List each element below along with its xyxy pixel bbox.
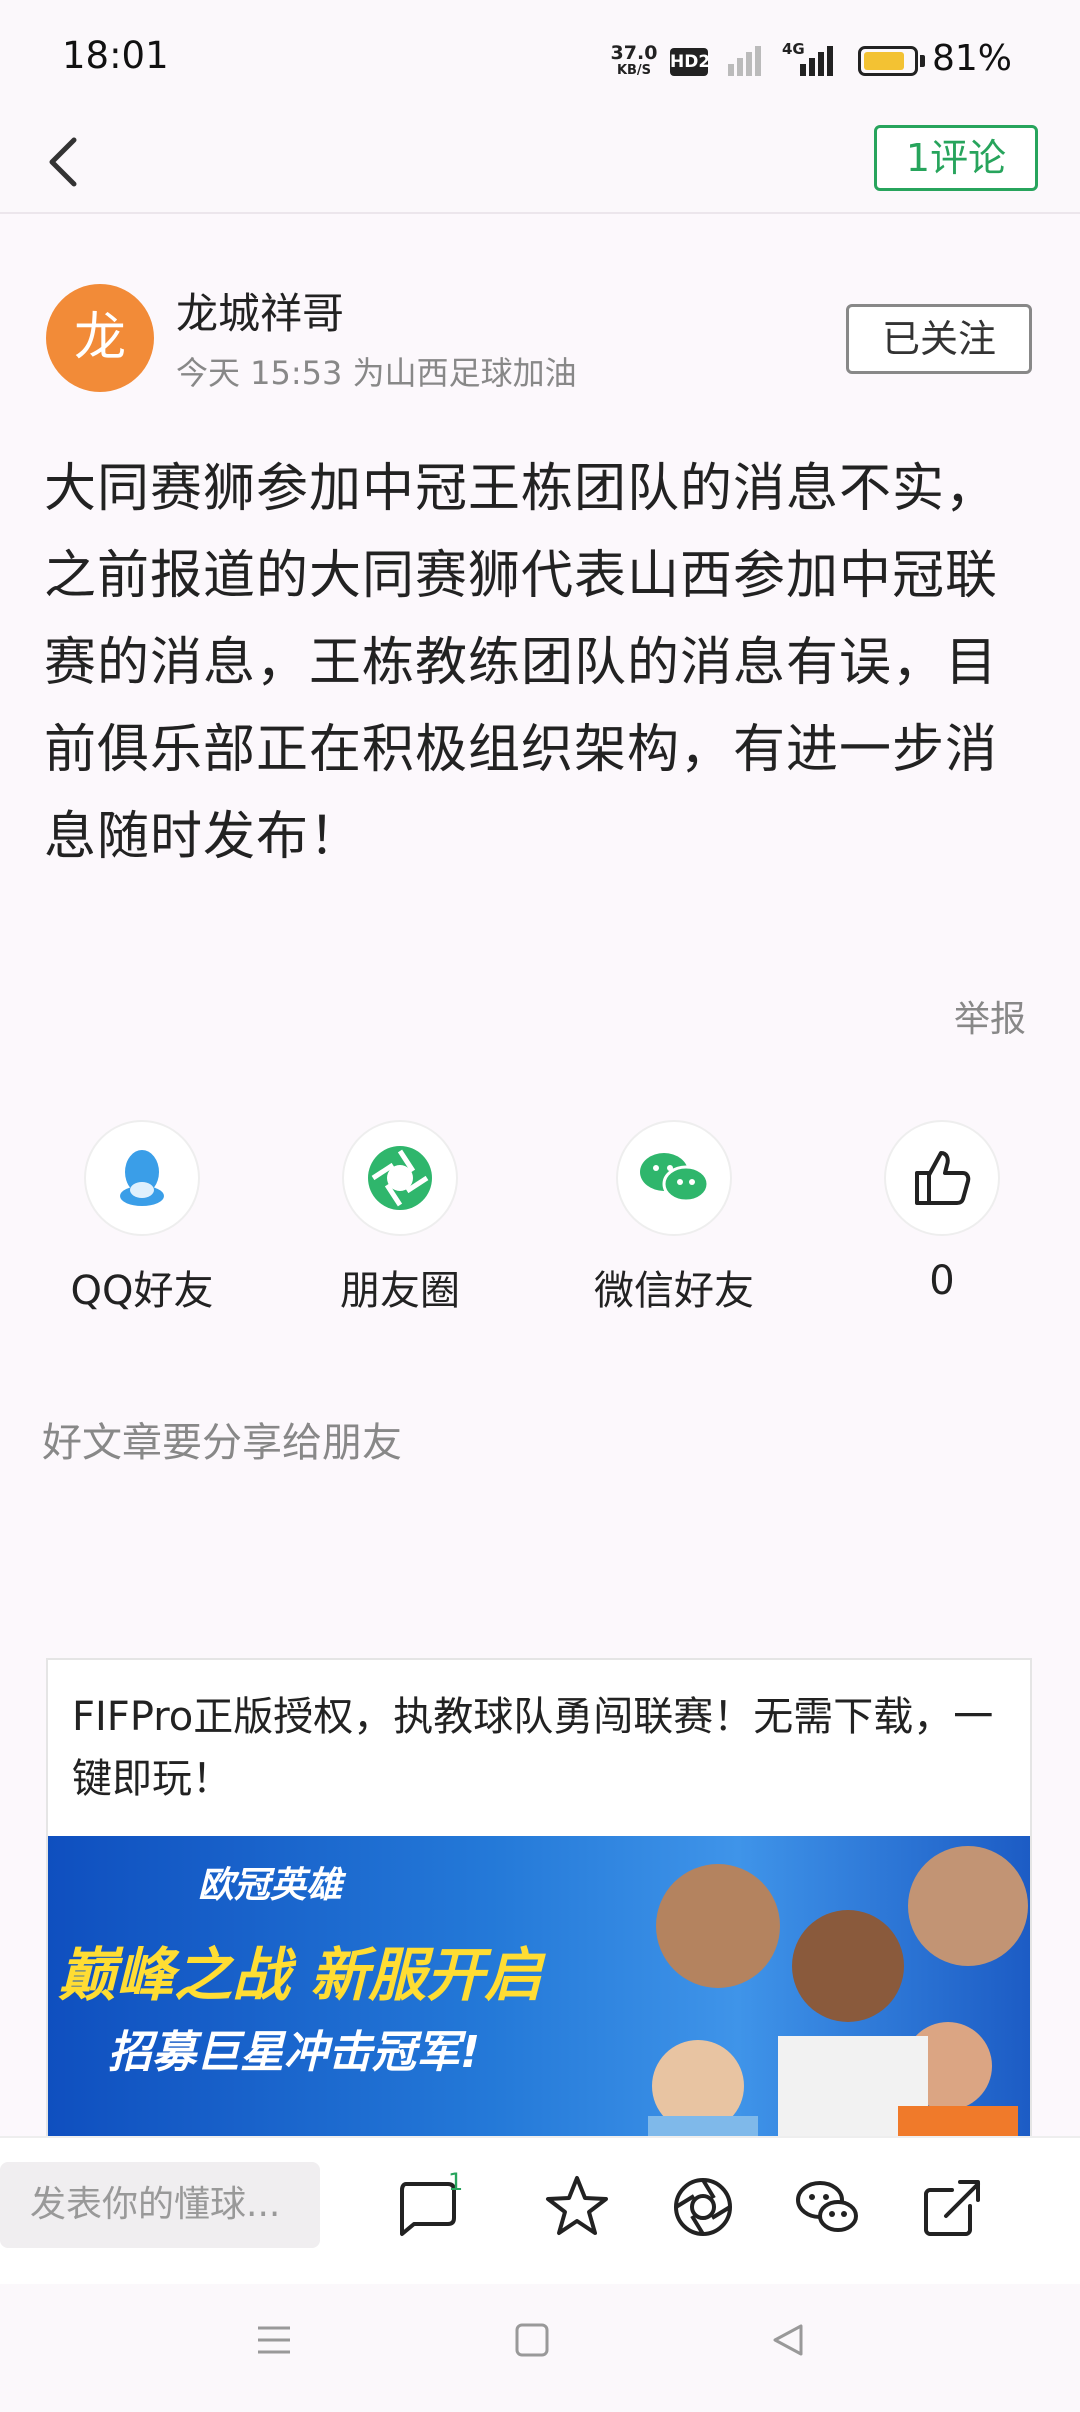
back-icon[interactable]	[40, 132, 90, 192]
author-name[interactable]: 龙城祥哥	[176, 280, 344, 341]
report-link[interactable]: 举报	[954, 990, 1026, 1042]
qq-icon-circle	[84, 1120, 200, 1236]
signal-strong-icon	[800, 46, 833, 76]
favorite-star-icon[interactable]	[542, 2172, 612, 2242]
share-hint: 好文章要分享给朋友	[42, 1420, 402, 1466]
signal-weak-icon	[728, 46, 761, 76]
wechat-icon-circle	[616, 1120, 732, 1236]
share-qq-label: QQ好友	[70, 1268, 214, 1314]
share-moments-toolbar-icon[interactable]	[668, 2172, 738, 2242]
moments-icon	[368, 1146, 432, 1210]
ad-subline: 招募巨星冲击冠军!	[108, 2027, 481, 2078]
network-speed-value: 37.0	[610, 42, 658, 64]
share-moments-label: 朋友圈	[340, 1268, 460, 1314]
battery-percent: 81%	[932, 38, 1013, 79]
comments-button[interactable]: 1评论	[874, 125, 1038, 191]
like-count: 0	[929, 1258, 955, 1304]
comment-input[interactable]: 发表你的懂球...	[0, 2162, 320, 2248]
battery-cap	[920, 55, 925, 67]
post-content: 大同赛狮参加中冠王栋团队的消息不实，之前报道的大同赛狮代表山西参加中冠联赛的消息…	[44, 459, 999, 867]
avatar[interactable]: 龙	[46, 284, 154, 392]
share-wechat[interactable]: 微信好友	[574, 1120, 774, 1316]
status-time: 18:01	[62, 34, 169, 77]
thumbs-up-icon	[915, 1151, 971, 1205]
like-button[interactable]: 0	[842, 1120, 1042, 1304]
battery-level	[864, 52, 904, 70]
wechat-icon	[640, 1153, 710, 1203]
share-wechat-toolbar-icon[interactable]	[792, 2172, 862, 2242]
ad-headline: 巅峰之战 新服开启	[58, 1941, 543, 2009]
home-icon[interactable]	[512, 2320, 552, 2360]
share-wechat-label: 微信好友	[594, 1268, 754, 1314]
back-system-icon[interactable]	[768, 2320, 808, 2360]
ad-logo: 欧冠英雄	[198, 1865, 343, 1906]
hd-badge: HD2	[670, 48, 710, 76]
qq-icon	[120, 1150, 164, 1206]
comment-count-badge: 1	[448, 2168, 464, 2196]
menu-icon[interactable]	[254, 2320, 294, 2360]
ad-players-image	[648, 1846, 1028, 2136]
share-moments[interactable]: 朋友圈	[300, 1120, 500, 1316]
network-speed: 37.0 KB/S	[610, 42, 658, 79]
ad-banner-image[interactable]: 欧冠英雄 巅峰之战 新服开启 招募巨星冲击冠军!	[48, 1836, 1030, 2136]
share-qq[interactable]: QQ好友	[42, 1120, 242, 1316]
ad-card[interactable]: FIFPro正版授权，执教球队勇闯联赛！无需下载，一键即玩！ 欧冠英雄 巅峰之战…	[46, 1658, 1032, 2138]
moments-icon-circle	[342, 1120, 458, 1236]
share-external-icon[interactable]	[918, 2172, 988, 2242]
follow-button[interactable]: 已关注	[846, 304, 1032, 374]
thumbs-up-icon-circle	[884, 1120, 1000, 1236]
network-speed-unit: KB/S	[616, 63, 652, 78]
ad-text: FIFPro正版授权，执教球队勇闯联赛！无需下载，一键即玩！	[72, 1694, 994, 1802]
post-meta: 今天 15:53 为山西足球加油	[176, 354, 577, 392]
